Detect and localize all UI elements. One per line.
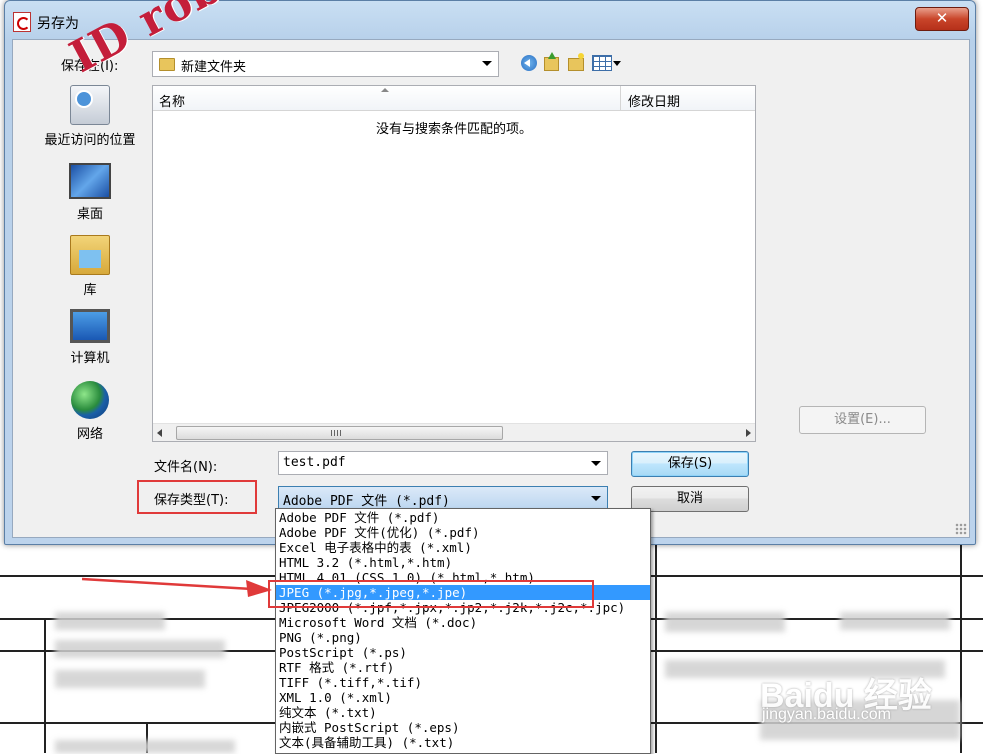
scroll-thumb[interactable] <box>176 426 503 440</box>
blurred-text <box>55 670 205 688</box>
type-option[interactable]: PNG (*.png) <box>276 630 650 645</box>
network-icon <box>71 381 109 419</box>
file-type-dropdown[interactable]: Adobe PDF 文件 (*.pdf) <box>278 486 608 510</box>
type-option[interactable]: RTF 格式 (*.rtf) <box>276 660 650 675</box>
blurred-text <box>840 612 950 630</box>
library-icon <box>70 235 110 275</box>
place-label: 网络 <box>76 427 103 442</box>
blurred-text <box>55 740 235 753</box>
save-as-dialog: 另存为 ✕ 保存在(I): 新建文件夹 最近访问的位置 桌面 库 计算机 网络 … <box>4 0 976 545</box>
place-label: 计算机 <box>70 351 110 366</box>
close-button[interactable]: ✕ <box>915 7 969 31</box>
type-option[interactable]: TIFF (*.tiff,*.tif) <box>276 675 650 690</box>
place-label: 库 <box>83 283 97 298</box>
place-label: 最近访问的位置 <box>44 133 136 148</box>
table-line <box>655 543 657 753</box>
new-folder-icon[interactable] <box>568 53 584 71</box>
column-name[interactable]: 名称 <box>159 91 185 110</box>
table-line <box>44 618 46 753</box>
empty-message: 没有与搜索条件匹配的项。 <box>375 122 532 137</box>
column-header: 名称 修改日期 <box>153 86 755 111</box>
filename-value: test.pdf <box>283 455 346 470</box>
type-option[interactable]: XML 1.0 (*.xml) <box>276 690 650 705</box>
scroll-left-icon[interactable] <box>157 429 162 437</box>
blurred-text <box>55 612 165 630</box>
place-label: 桌面 <box>76 207 103 222</box>
blurred-text <box>55 640 225 658</box>
type-option[interactable]: Microsoft Word 文档 (*.doc) <box>276 615 650 630</box>
type-option[interactable]: 文本(具备辅助工具) (*.txt) <box>276 735 650 750</box>
computer-icon <box>70 309 110 343</box>
chevron-down-icon[interactable] <box>613 61 621 66</box>
place-network[interactable]: 网络 <box>35 381 145 442</box>
column-separator[interactable] <box>620 86 621 110</box>
blurred-text <box>665 612 785 632</box>
places-bar: 最近访问的位置 桌面 库 计算机 网络 <box>35 85 145 445</box>
place-computer[interactable]: 计算机 <box>35 309 145 366</box>
sort-up-icon <box>381 88 389 92</box>
folder-icon <box>159 58 175 71</box>
recent-places-icon <box>70 85 110 125</box>
type-option[interactable]: HTML 3.2 (*.html,*.htm) <box>276 555 650 570</box>
file-list[interactable]: 名称 修改日期 没有与搜索条件匹配的项。 <box>152 85 756 442</box>
type-option[interactable]: Adobe PDF 文件(优化) (*.pdf) <box>276 525 650 540</box>
file-type-list[interactable]: Adobe PDF 文件 (*.pdf) Adobe PDF 文件(优化) (*… <box>275 508 651 754</box>
view-menu-icon[interactable] <box>592 55 612 71</box>
file-type-value: Adobe PDF 文件 (*.pdf) <box>283 494 450 509</box>
horizontal-scrollbar[interactable] <box>153 423 755 441</box>
pdf-app-icon <box>13 12 31 32</box>
chevron-down-icon <box>482 61 492 66</box>
resize-grip[interactable] <box>955 523 967 535</box>
save-in-value: 新建文件夹 <box>181 60 247 75</box>
dialog-body: 保存在(I): 新建文件夹 最近访问的位置 桌面 库 计算机 网络 名称 修改日… <box>12 39 970 538</box>
scroll-right-icon[interactable] <box>746 429 751 437</box>
desktop-icon <box>69 163 111 199</box>
type-option[interactable]: Adobe PDF 文件 (*.pdf) <box>276 510 650 525</box>
baidu-url: jingyan.baidu.com <box>762 706 891 723</box>
chevron-down-icon[interactable] <box>591 461 601 466</box>
type-option[interactable]: Excel 电子表格中的表 (*.xml) <box>276 540 650 555</box>
annotation-highlight-box <box>137 480 257 514</box>
back-icon[interactable] <box>521 55 537 71</box>
type-option[interactable]: 内嵌式 PostScript (*.eps) <box>276 720 650 735</box>
annotation-highlight-box <box>268 580 594 608</box>
place-recent[interactable]: 最近访问的位置 <box>35 85 145 148</box>
table-line <box>960 543 962 753</box>
save-in-dropdown[interactable]: 新建文件夹 <box>152 51 499 77</box>
filename-label: 文件名(N): <box>154 460 218 475</box>
grip-icon <box>331 430 341 436</box>
settings-button[interactable]: 设置(E)... <box>799 406 926 434</box>
save-button[interactable]: 保存(S) <box>631 451 749 477</box>
column-modified-date[interactable]: 修改日期 <box>628 91 680 110</box>
annotation-arrow-icon <box>82 577 272 597</box>
place-library[interactable]: 库 <box>35 235 145 298</box>
window-title: 另存为 <box>37 16 79 32</box>
type-option[interactable]: 纯文本 (*.txt) <box>276 705 650 720</box>
chevron-down-icon <box>591 496 601 501</box>
filename-input[interactable]: test.pdf <box>278 451 608 475</box>
type-option[interactable]: PostScript (*.ps) <box>276 645 650 660</box>
place-desktop[interactable]: 桌面 <box>35 163 145 222</box>
up-folder-icon[interactable] <box>544 52 559 71</box>
